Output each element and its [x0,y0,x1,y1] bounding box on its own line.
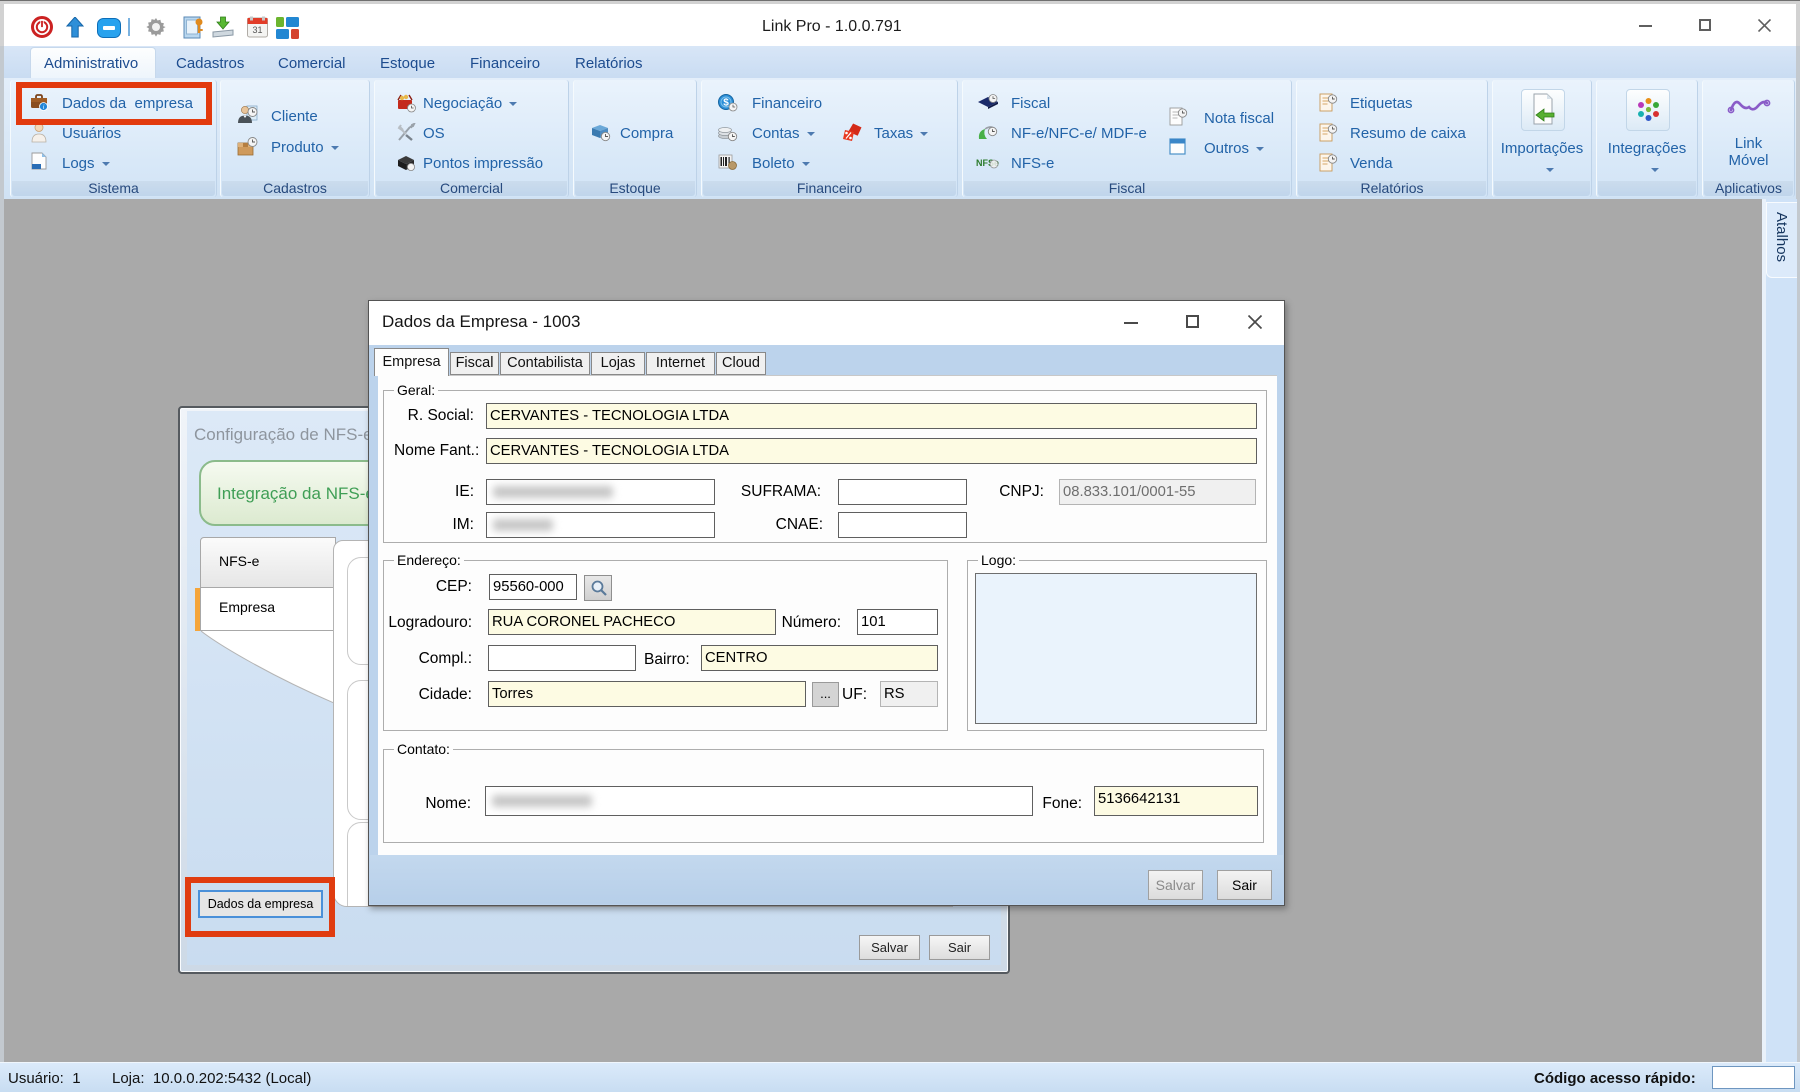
svg-text:31: 31 [252,25,262,35]
svg-text:$: $ [723,98,729,109]
